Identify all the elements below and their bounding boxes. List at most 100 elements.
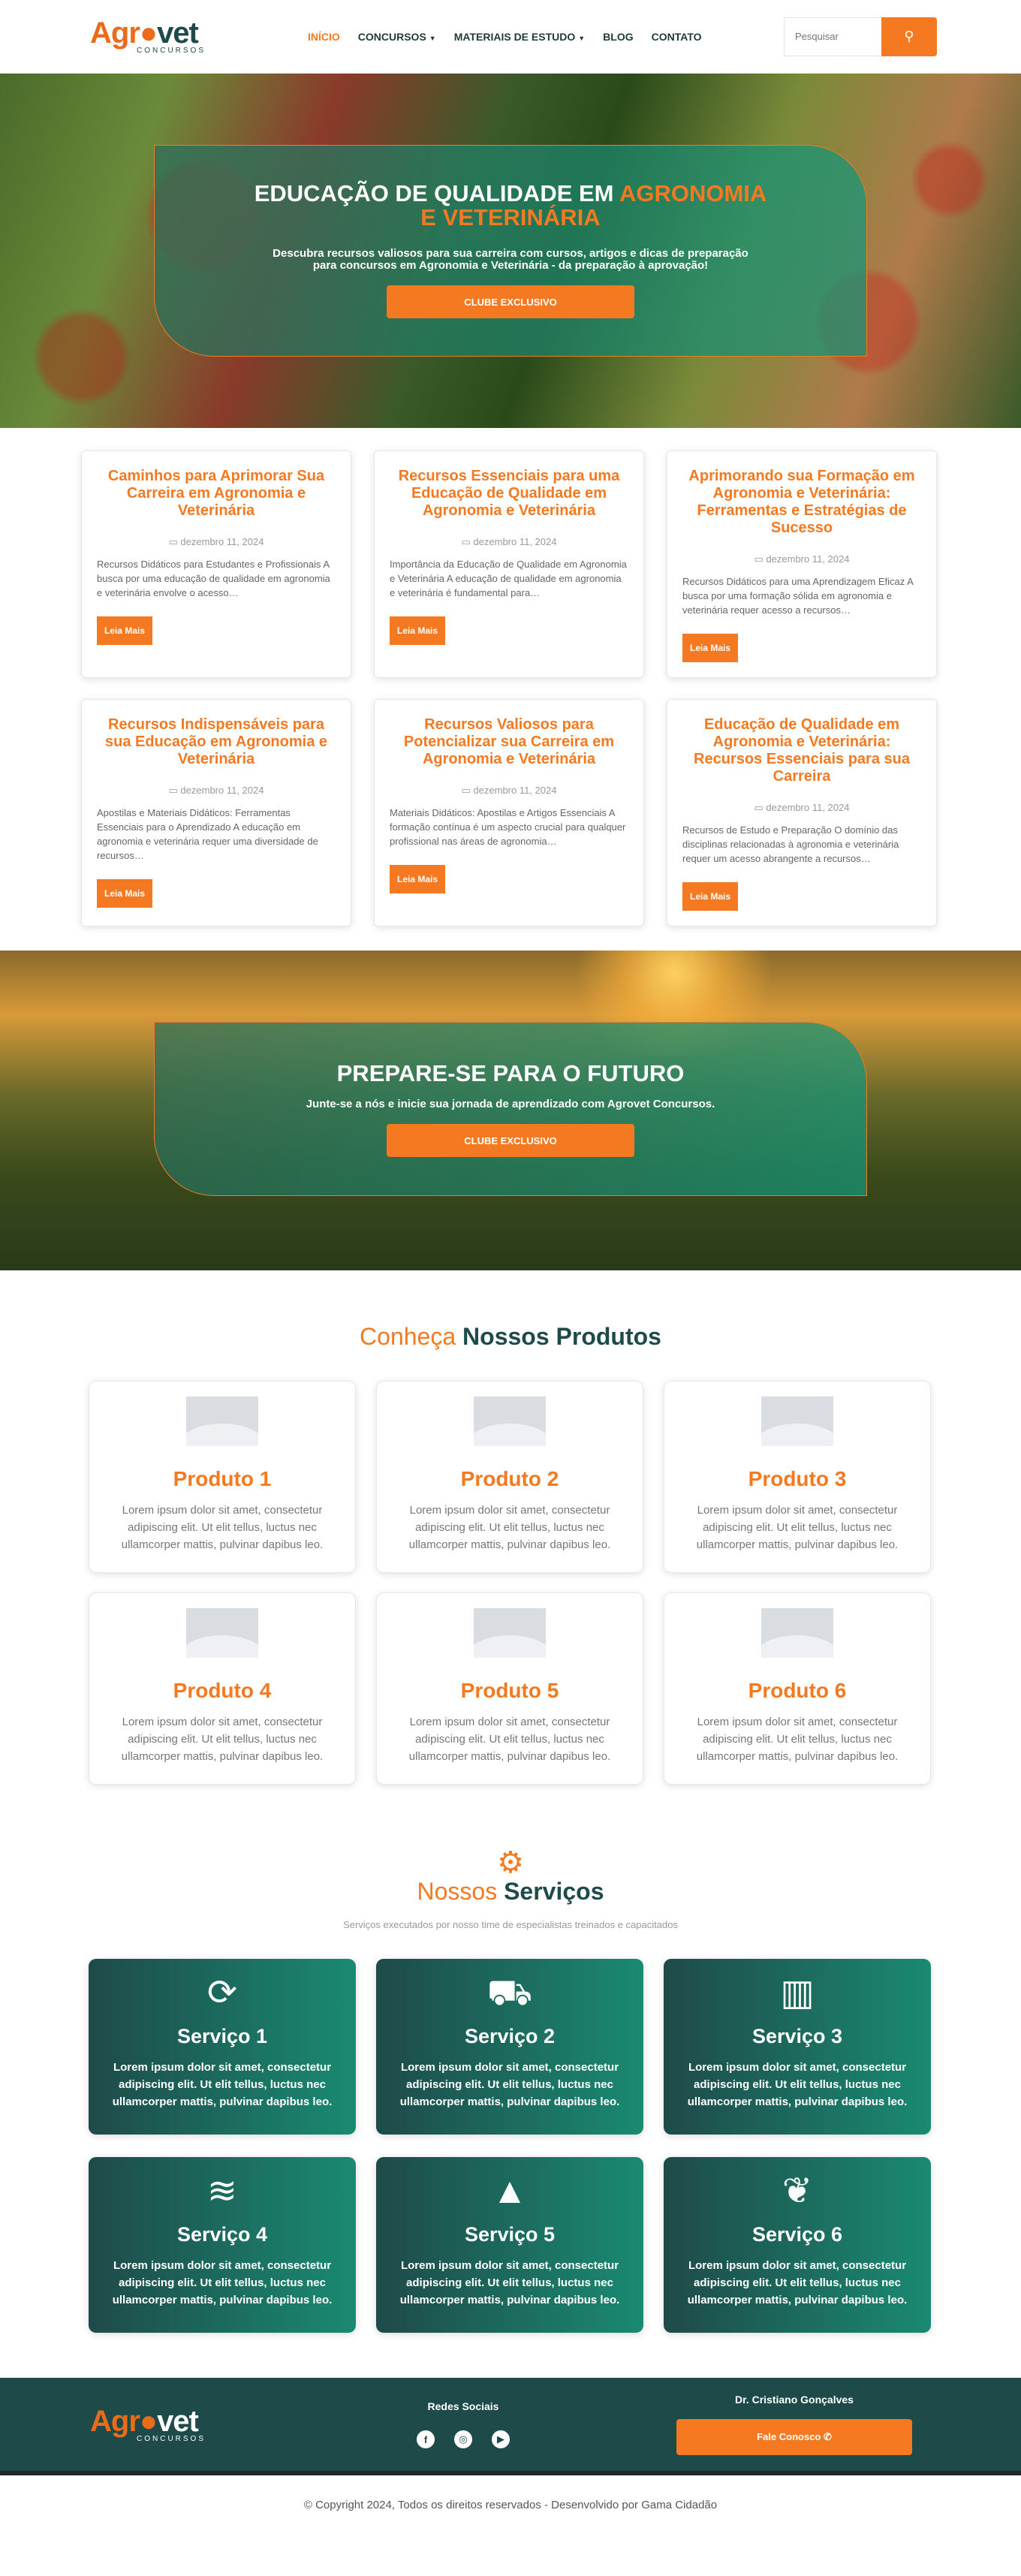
post-title[interactable]: Caminhos para Aprimorar Sua Carreira em …: [97, 468, 336, 520]
hero-cta-button[interactable]: CLUBE EXCLUSIVO: [387, 285, 634, 318]
nav-item-contato[interactable]: CONTATO: [652, 31, 720, 43]
nav-item-materiais[interactable]: MATERIAIS DE ESTUDO ▼: [454, 31, 603, 43]
post-date: ▭ dezembro 11, 2024: [754, 802, 850, 813]
service-card[interactable]: ▲ Serviço 5 Lorem ipsum dolor sit amet, co…: [376, 2157, 643, 2333]
post-title[interactable]: Recursos Essenciais para uma Educação de…: [390, 468, 628, 520]
calendar-icon: ▭: [461, 536, 474, 547]
product-card[interactable]: Produto 4 Lorem ipsum dolor sit amet, con…: [89, 1592, 356, 1785]
service-title: Serviço 5: [464, 2223, 556, 2246]
product-card[interactable]: Produto 2 Lorem ipsum dolor sit amet, con…: [376, 1381, 643, 1573]
future-cta-button[interactable]: CLUBE EXCLUSIVO: [387, 1124, 634, 1157]
search-input[interactable]: [784, 17, 881, 56]
logo-text-part1: Agr: [90, 17, 140, 50]
service-title: Serviço 6: [751, 2223, 843, 2246]
search-button[interactable]: ⚲: [881, 17, 937, 56]
calendar-icon: ▭: [754, 802, 767, 813]
leaf-icon: ❦: [782, 2171, 813, 2211]
read-more-button[interactable]: Leia Mais: [97, 616, 153, 645]
post-excerpt: Apostilas e Materiais Didáticos: Ferrame…: [97, 807, 318, 861]
products-title: Conheça Nossos Produtos: [360, 1323, 661, 1350]
products-section: Conheça Nossos Produtos Produto 1 Lorem i…: [0, 1270, 1021, 1785]
post-card: Educação de Qualidade em Agronomia e Vet…: [667, 699, 937, 926]
instagram-icon[interactable]: ◎: [454, 2430, 472, 2448]
product-description: Lorem ipsum dolor sit amet, consectetur …: [121, 1504, 324, 1551]
footer-social: Redes Sociais f ◎ ▶: [417, 2400, 510, 2448]
read-more-button[interactable]: Leia Mais: [390, 616, 446, 645]
services-section: ⚙ Nossos Serviços Serviços executados po…: [0, 1785, 1021, 2333]
service-description: Lorem ipsum dolor sit amet, consectetur …: [399, 2061, 620, 2108]
calendar-icon: ▭: [168, 785, 181, 796]
nav-item-blog[interactable]: BLOG: [603, 31, 651, 43]
services-subtitle: Serviços executados por nosso time de es…: [343, 1919, 678, 1930]
hero-title: EDUCAÇÃO DE QUALIDADE EM AGRONOMIA E VET…: [254, 180, 767, 230]
product-card[interactable]: Produto 5 Lorem ipsum dolor sit amet, con…: [376, 1592, 643, 1785]
nav-item-inicio[interactable]: INÍCIO: [308, 31, 358, 43]
social-heading: Redes Sociais: [427, 2400, 499, 2412]
service-title: Serviço 4: [176, 2223, 268, 2246]
product-description: Lorem ipsum dolor sit amet, consectetur …: [696, 1504, 899, 1551]
image-placeholder-icon: [761, 1608, 833, 1658]
image-placeholder-icon: [474, 1396, 546, 1446]
hero-banner: EDUCAÇÃO DE QUALIDADE EM AGRONOMIA E VET…: [0, 74, 1021, 428]
image-placeholder-icon: [474, 1608, 546, 1658]
post-title[interactable]: Educação de Qualidade em Agronomia e Vet…: [682, 716, 921, 785]
service-card[interactable]: ⟳ Serviço 1 Lorem ipsum dolor sit amet, co…: [89, 1959, 356, 2135]
read-more-button[interactable]: Leia Mais: [682, 634, 739, 662]
post-date: ▭ dezembro 11, 2024: [461, 785, 557, 796]
youtube-icon[interactable]: ▶: [492, 2430, 510, 2448]
tree-icon: ▲: [492, 2171, 528, 2211]
service-card[interactable]: ⛟ Serviço 2 Lorem ipsum dolor sit amet, co…: [376, 1959, 643, 2135]
product-description: Lorem ipsum dolor sit amet, consectetur …: [408, 1504, 611, 1551]
service-card[interactable]: ❦ Serviço 6 Lorem ipsum dolor sit amet, co…: [664, 2157, 931, 2333]
fence-icon: ▥: [780, 1973, 815, 2013]
service-card[interactable]: ▥ Serviço 3 Lorem ipsum dolor sit amet, co…: [664, 1959, 931, 2135]
calendar-icon: ▭: [461, 785, 474, 796]
copyright: © Copyright 2024, Todos os direitos rese…: [0, 2471, 1021, 2534]
logo-o-icon: ●: [139, 17, 158, 50]
product-description: Lorem ipsum dolor sit amet, consectetur …: [696, 1716, 899, 1763]
chevron-down-icon: ▼: [578, 34, 586, 42]
sync-icon: ⟳: [206, 1973, 238, 2013]
future-title: PREPARE-SE PARA O FUTURO: [336, 1060, 685, 1086]
read-more-button[interactable]: Leia Mais: [682, 882, 739, 911]
contact-button[interactable]: Fale Conosco ✆: [676, 2419, 912, 2455]
post-title[interactable]: Aprimorando sua Formação em Agronomia e …: [682, 468, 921, 537]
product-card[interactable]: Produto 3 Lorem ipsum dolor sit amet, con…: [664, 1381, 931, 1573]
service-card[interactable]: ≋ Serviço 4 Lorem ipsum dolor sit amet, co…: [89, 2157, 356, 2333]
calendar-icon: ▭: [168, 536, 181, 547]
service-description: Lorem ipsum dolor sit amet, consectetur …: [687, 2259, 908, 2306]
post-excerpt: Materiais Didáticos: Apostilas e Artigos…: [390, 807, 626, 847]
services-grid: ⟳ Serviço 1 Lorem ipsum dolor sit amet, co…: [0, 1930, 1021, 2333]
read-more-button[interactable]: Leia Mais: [390, 865, 446, 893]
main-nav: INÍCIO CONCURSOS ▼ MATERIAIS DE ESTUDO ▼ B…: [308, 31, 720, 43]
footer-logo[interactable]: Agr●vet CONCURSOS: [90, 2406, 210, 2443]
tractor-icon: ⛟: [486, 1973, 533, 2013]
post-excerpt: Recursos de Estudo e Preparação O domíni…: [682, 824, 899, 864]
contact-name: Dr. Cristiano Gonçalves: [735, 2394, 854, 2406]
service-title: Serviço 1: [176, 2025, 268, 2047]
product-title: Produto 4: [173, 1679, 272, 1702]
gears-icon: ⚙: [497, 1846, 524, 1879]
whatsapp-icon: ✆: [823, 2431, 832, 2442]
service-description: Lorem ipsum dolor sit amet, consectetur …: [112, 2061, 333, 2108]
product-description: Lorem ipsum dolor sit amet, consectetur …: [121, 1716, 324, 1763]
facebook-icon[interactable]: f: [417, 2430, 435, 2448]
read-more-button[interactable]: Leia Mais: [97, 879, 153, 908]
product-card[interactable]: Produto 6 Lorem ipsum dolor sit amet, con…: [664, 1592, 931, 1785]
post-date: ▭ dezembro 11, 2024: [168, 536, 264, 547]
calendar-icon: ▭: [754, 553, 767, 565]
service-title: Serviço 3: [751, 2025, 843, 2047]
post-title[interactable]: Recursos Indispensáveis para sua Educaçã…: [97, 716, 336, 768]
product-title: Produto 3: [748, 1467, 847, 1490]
service-title: Serviço 2: [464, 2025, 556, 2047]
post-title[interactable]: Recursos Valiosos para Potencializar sua…: [390, 716, 628, 768]
post-card: Recursos Valiosos para Potencializar sua…: [374, 699, 644, 926]
hero-panel: EDUCAÇÃO DE QUALIDADE EM AGRONOMIA E VET…: [154, 145, 867, 357]
post-excerpt: Recursos Didáticos para uma Aprendizagem…: [682, 576, 914, 616]
post-card: Caminhos para Aprimorar Sua Carreira em …: [81, 450, 351, 678]
site-header: Agr●vet CONCURSOS INÍCIO CONCURSOS ▼ MATE…: [0, 0, 1021, 74]
nav-item-concursos[interactable]: CONCURSOS ▼: [358, 31, 454, 43]
product-title: Produto 1: [173, 1467, 272, 1490]
product-card[interactable]: Produto 1 Lorem ipsum dolor sit amet, con…: [89, 1381, 356, 1573]
site-logo[interactable]: Agr●vet CONCURSOS: [90, 18, 210, 55]
